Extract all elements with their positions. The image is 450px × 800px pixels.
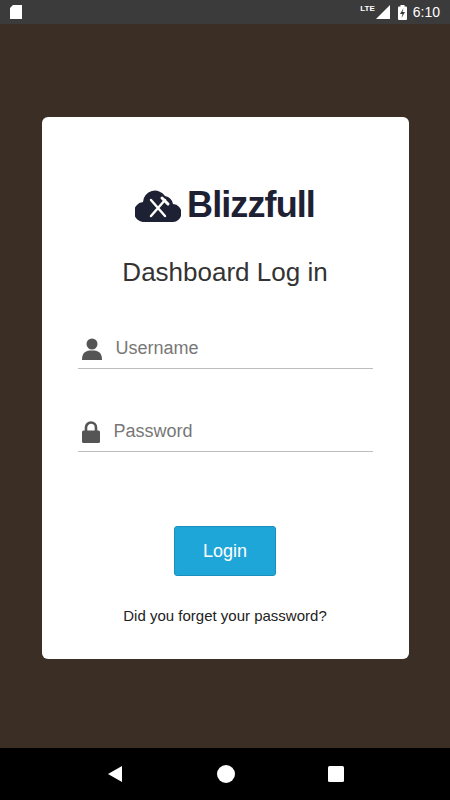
logo: Blizzfull — [135, 187, 315, 223]
password-field[interactable] — [78, 412, 373, 452]
battery-icon — [398, 5, 407, 20]
sd-card-icon — [10, 5, 22, 19]
username-input[interactable] — [116, 335, 373, 362]
title: Dashboard Log in — [122, 255, 327, 289]
cloud-logo-icon — [135, 188, 181, 222]
forgot-password-link[interactable]: Did you forget your password? — [123, 606, 326, 626]
navigation-bar — [0, 748, 450, 800]
back-icon[interactable] — [106, 765, 124, 783]
username-field[interactable] — [78, 329, 373, 369]
login-card: Blizzfull Dashboard Log in Login Did you fo… — [42, 117, 409, 659]
person-icon — [82, 338, 102, 360]
home-icon[interactable] — [217, 765, 235, 783]
status-bar: LTE 6:10 — [0, 0, 450, 24]
background-photo: Blizzfull Dashboard Log in Login Did you fo… — [0, 24, 450, 748]
lock-icon — [82, 421, 100, 443]
password-input[interactable] — [114, 418, 373, 445]
clock: 6:10 — [413, 2, 440, 23]
recents-icon[interactable] — [328, 766, 344, 782]
login-button[interactable]: Login — [174, 526, 276, 576]
network-label: LTE — [360, 3, 375, 15]
signal-icon — [376, 5, 390, 19]
screen: LTE 6:10 Blizzfull Dashboard Log in Login Did… — [0, 0, 450, 800]
